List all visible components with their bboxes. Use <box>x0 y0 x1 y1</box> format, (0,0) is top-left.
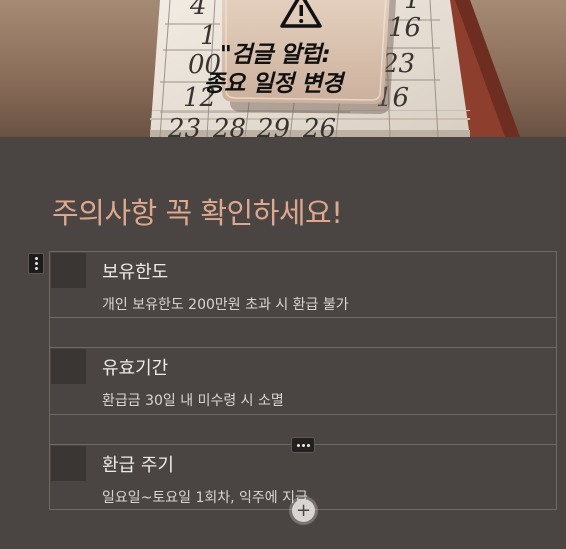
item-title: 환급 주기 <box>102 455 174 476</box>
more-options-button[interactable] <box>291 437 315 453</box>
notice-list: 보유한도 개인 보유한도 200만원 초과 시 환급 불가 유효기간 환급금 3… <box>49 251 557 510</box>
hero-image: 1 16 00 23 12 16 23 28 29 26 1 4 "검글 알럽: <box>0 0 566 137</box>
calendar-number: 29 <box>256 114 290 137</box>
item-thumbnail <box>51 349 86 384</box>
item-thumbnail <box>51 253 86 288</box>
calendar-number: 4 <box>189 0 207 21</box>
item-description: 개인 보유한도 200만원 초과 시 환급 불가 <box>102 297 349 313</box>
notice-heading: 주의사항 꼭 확인하세요! <box>52 196 343 230</box>
item-description: 일요일~토요일 1회차, 익주에 지급 <box>102 490 308 506</box>
calendar-number: 28 <box>212 114 246 137</box>
item-title: 유효기간 <box>102 358 169 379</box>
row-divider <box>50 317 556 348</box>
item-thumbnail <box>51 446 86 481</box>
calendar-number: 23 <box>167 114 201 137</box>
calendar-number: 26 <box>302 114 336 137</box>
item-title: 보유한도 <box>102 262 169 283</box>
add-item-button[interactable]: + <box>292 499 315 522</box>
item-description: 환급금 30일 내 미수령 시 소멸 <box>102 393 284 409</box>
list-item[interactable]: 유효기간 환급금 30일 내 미수령 시 소멸 <box>50 348 556 414</box>
calendar-number: 1 <box>404 0 421 15</box>
drag-handle-icon[interactable] <box>28 253 44 274</box>
list-item[interactable]: 보유한도 개인 보유한도 200만원 초과 시 환급 불가 <box>50 252 556 318</box>
sign-text-line2: 종요 일정 변경 <box>203 71 343 97</box>
